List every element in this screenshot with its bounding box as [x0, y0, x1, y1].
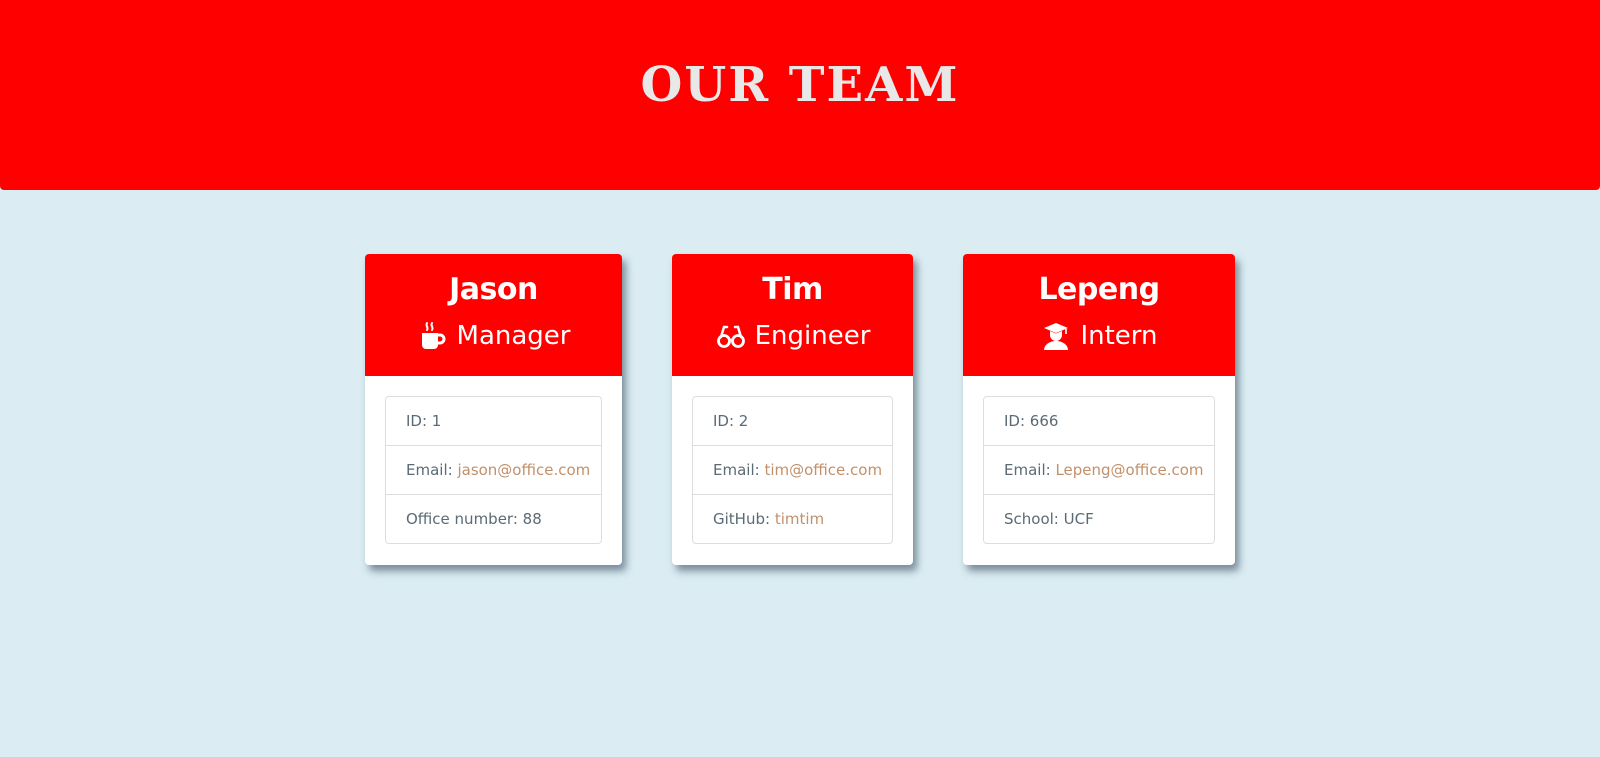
- employee-email-row: Email: tim@office.com: [693, 445, 892, 494]
- employee-name: Lepeng: [1038, 272, 1160, 307]
- email-link[interactable]: Lepeng@office.com: [1055, 461, 1203, 479]
- employee-details-list: ID: 666 Email: Lepeng@office.com School:…: [983, 396, 1215, 544]
- github-prefix: GitHub:: [713, 510, 775, 528]
- page-header: OUR TEAM: [0, 0, 1600, 190]
- employee-name: Jason: [449, 272, 538, 307]
- employee-email-row: Email: Lepeng@office.com: [984, 445, 1214, 494]
- employee-role: Manager: [365, 316, 622, 356]
- email-link[interactable]: tim@office.com: [764, 461, 882, 479]
- office-number: Office number: 88: [386, 494, 601, 543]
- card-body: ID: 1 Email: jason@office.com Office num…: [365, 376, 622, 564]
- card-body: ID: 2 Email: tim@office.com GitHub: timt…: [672, 376, 913, 564]
- github-link[interactable]: timtim: [775, 510, 824, 528]
- employee-name: Tim: [762, 272, 823, 307]
- employee-details-list: ID: 2 Email: tim@office.com GitHub: timt…: [692, 396, 893, 544]
- employee-role: Engineer: [672, 316, 913, 356]
- role-label: Manager: [456, 321, 571, 351]
- employee-id: ID: 2: [713, 412, 749, 430]
- graduate-icon: [1040, 320, 1072, 352]
- employee-card-manager: Jason Manager ID: 1 Email: jason@office.…: [365, 254, 622, 565]
- employee-id: ID: 666: [1004, 412, 1059, 430]
- employee-details-list: ID: 1 Email: jason@office.com Office num…: [385, 396, 602, 544]
- role-label: Engineer: [754, 321, 871, 351]
- card-header: Lepeng Intern: [963, 254, 1235, 376]
- github-row: GitHub: timtim: [693, 494, 892, 543]
- glasses-icon: [715, 320, 747, 352]
- school: School: UCF: [984, 494, 1214, 543]
- card-header: Jason Manager: [365, 254, 622, 376]
- coffee-mug-icon: [417, 320, 449, 352]
- employee-id: ID: 1: [406, 412, 442, 430]
- employee-role: Intern: [963, 316, 1235, 356]
- email-prefix: Email:: [1004, 461, 1056, 479]
- card-body: ID: 666 Email: Lepeng@office.com School:…: [963, 376, 1235, 564]
- email-prefix: Email:: [406, 461, 458, 479]
- email-prefix: Email:: [713, 461, 765, 479]
- card-header: Tim Engineer: [672, 254, 913, 376]
- page-title: OUR TEAM: [640, 57, 960, 113]
- employee-email-row: Email: jason@office.com: [386, 445, 601, 494]
- email-link[interactable]: jason@office.com: [457, 461, 590, 479]
- employee-card-engineer: Tim Engineer ID: 2 Email: tim@office.com…: [672, 254, 913, 565]
- employee-card-intern: Lepeng Intern ID: 666 Email: Lepeng@offi…: [963, 254, 1235, 565]
- role-label: Intern: [1080, 321, 1158, 351]
